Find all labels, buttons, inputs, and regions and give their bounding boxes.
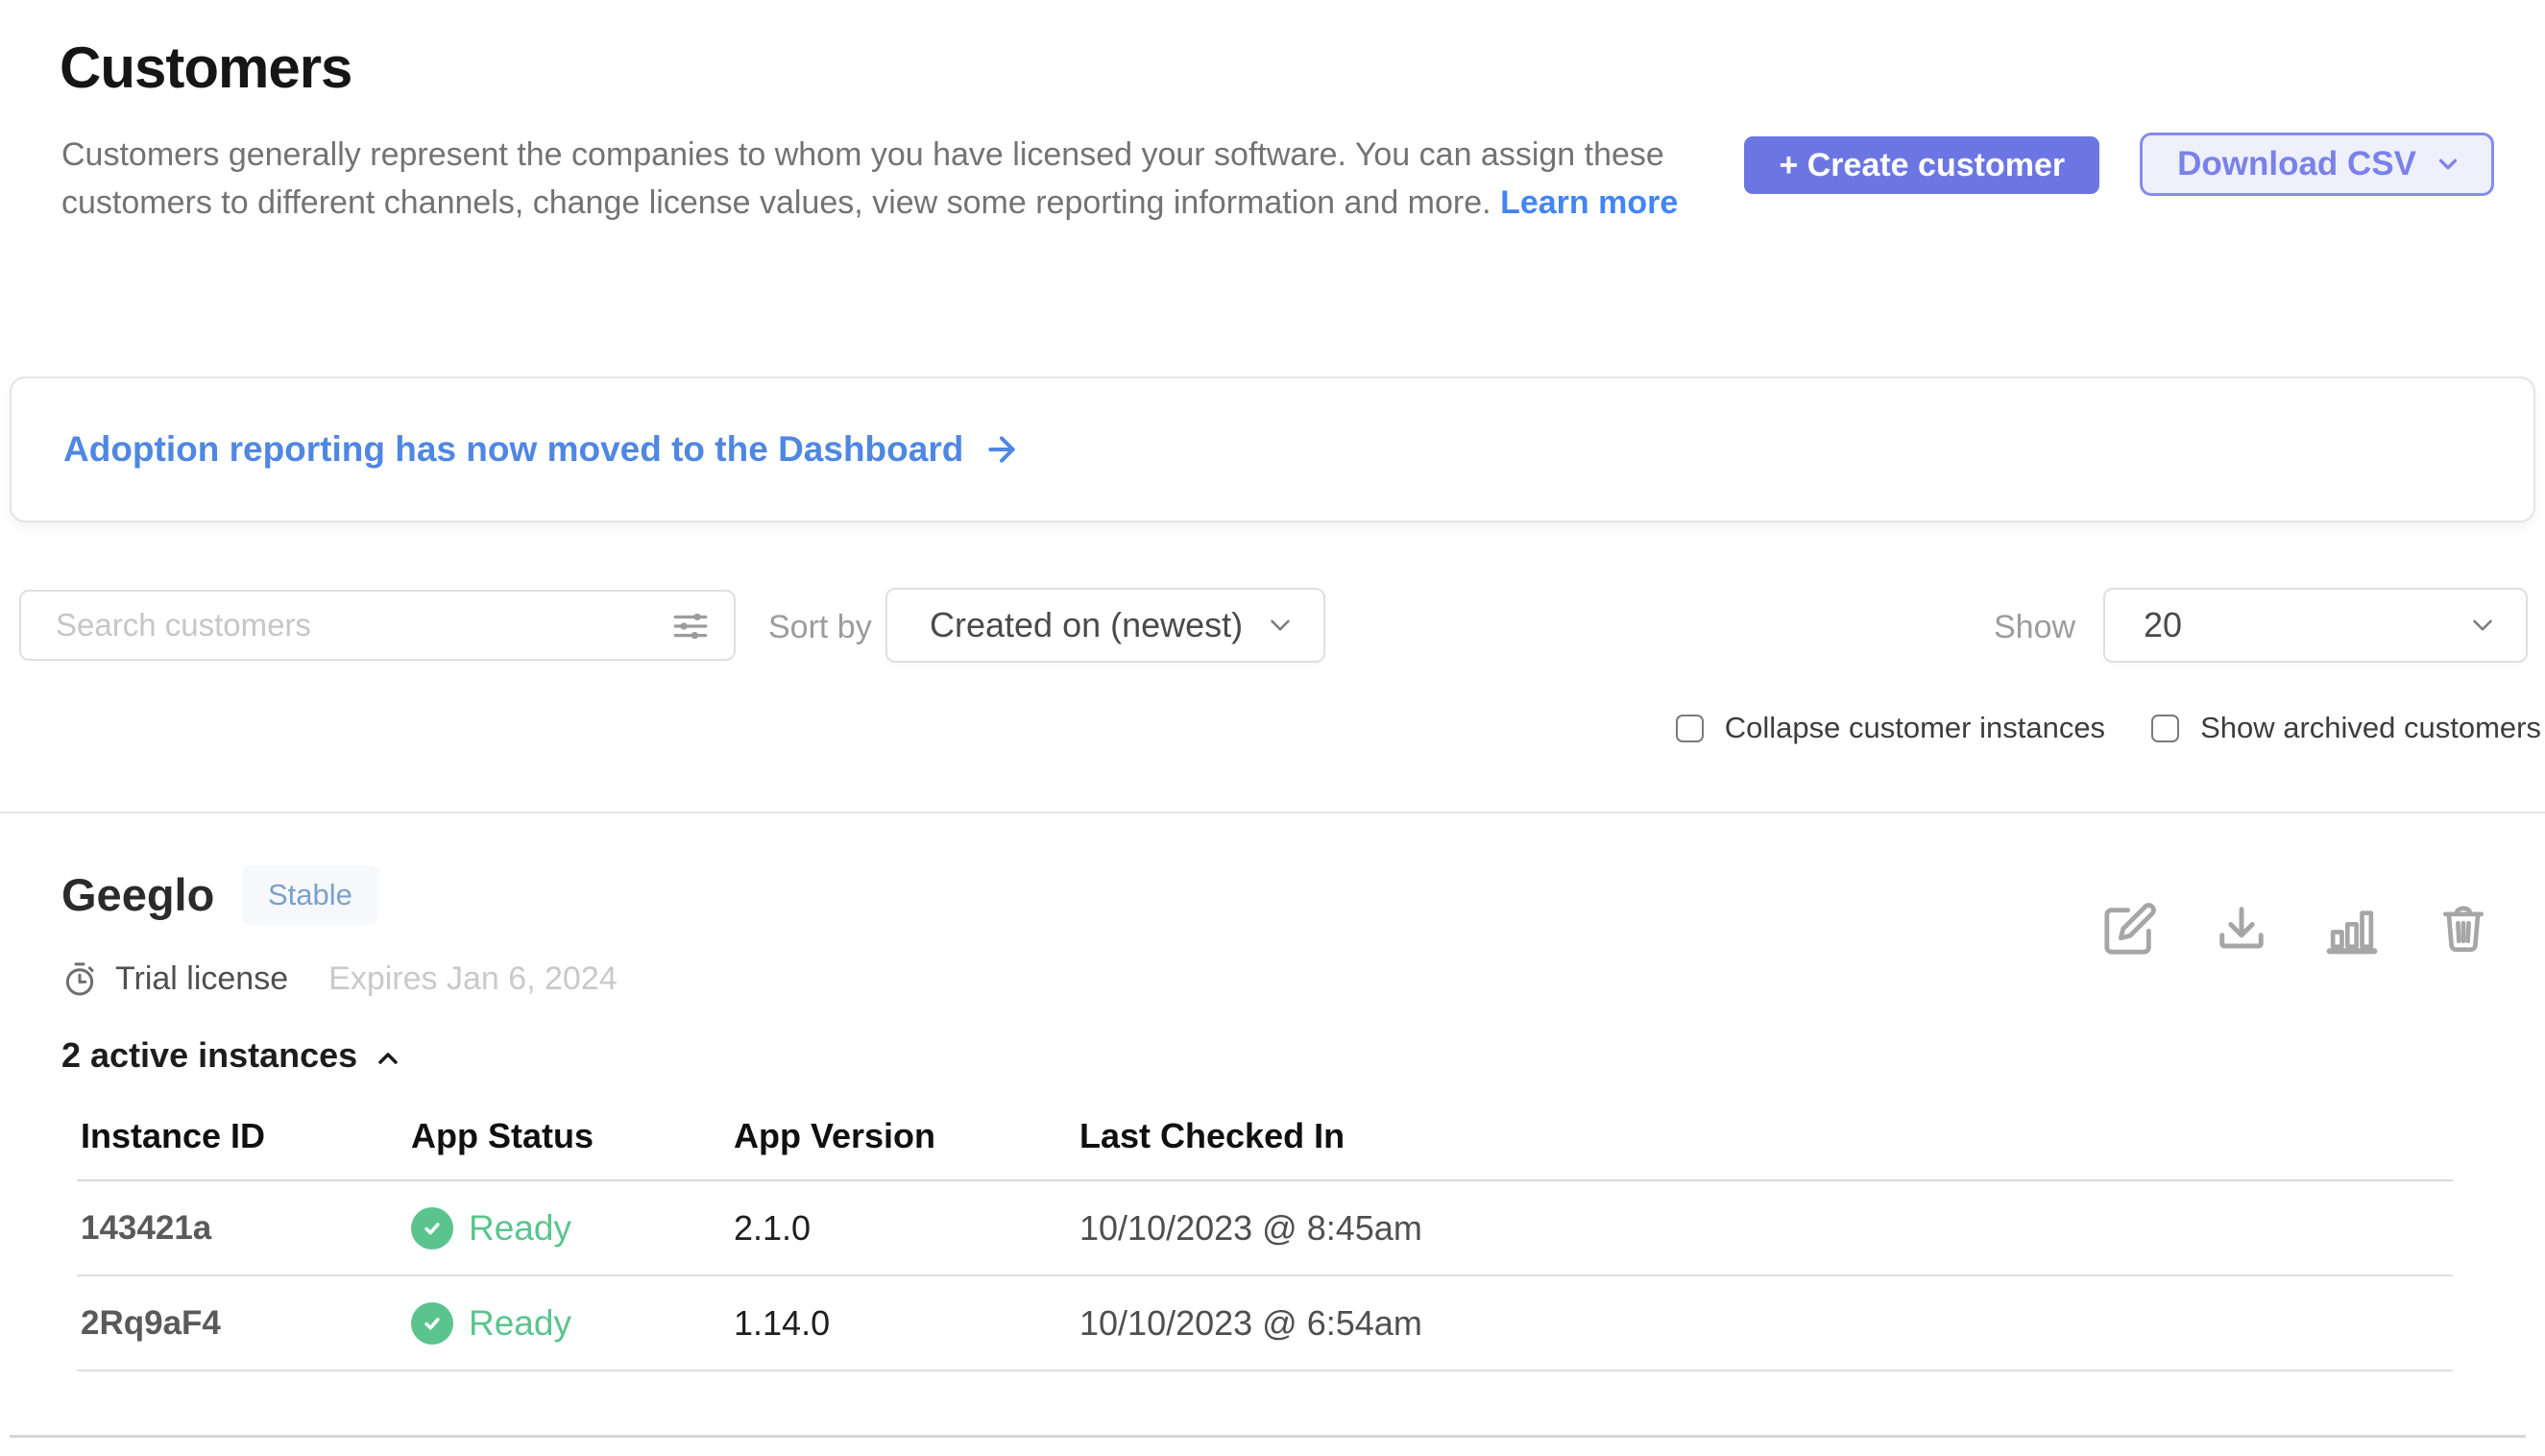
show-select[interactable]: 20	[2103, 588, 2528, 663]
show-select-value: 20	[2144, 605, 2182, 645]
search-input[interactable]	[19, 590, 736, 661]
license-row: Trial license Expires Jan 6, 2024	[61, 960, 618, 998]
chevron-up-icon	[373, 1037, 403, 1074]
list-options: Collapse customer instances Show archive…	[1676, 711, 2541, 745]
app-version: 1.14.0	[730, 1303, 1076, 1344]
download-csv-label: Download CSV	[2177, 145, 2416, 183]
status-badge: Ready	[469, 1303, 571, 1344]
last-checked-in: 10/10/2023 @ 8:45am	[1076, 1208, 2453, 1249]
show-archived-option: Show archived customers	[2151, 711, 2541, 745]
page-description: Customers generally represent the compan…	[61, 131, 1694, 227]
instance-id: 143421a	[77, 1209, 407, 1248]
last-checked-in: 10/10/2023 @ 6:54am	[1076, 1303, 2453, 1344]
show-label: Show	[1994, 609, 2075, 646]
customers-page: Customers Customers generally represent …	[0, 0, 2545, 1456]
chevron-down-icon	[2466, 609, 2499, 642]
header-app-status: App Status	[407, 1116, 730, 1156]
filter-sliders-icon[interactable]	[670, 606, 711, 651]
header-app-version: App Version	[730, 1116, 1076, 1156]
instances-toggle[interactable]: 2 active instances	[61, 1035, 403, 1076]
instances-toggle-label: 2 active instances	[61, 1035, 357, 1076]
arrow-right-icon	[982, 430, 1021, 469]
app-status: Ready	[407, 1302, 730, 1345]
instances-table-header: Instance ID App Status App Version Last …	[77, 1116, 2453, 1181]
status-badge: Ready	[469, 1208, 571, 1249]
header-actions: + Create customer Download CSV	[1744, 133, 2494, 196]
collapse-instances-option: Collapse customer instances	[1676, 711, 2105, 745]
license-type: Trial license	[115, 960, 288, 998]
instances-table: Instance ID App Status App Version Last …	[77, 1116, 2453, 1371]
app-version: 2.1.0	[730, 1208, 1076, 1249]
table-row: 143421a Ready 2.1.0 10/10/2023 @ 8:45am	[77, 1181, 2453, 1276]
collapse-instances-label: Collapse customer instances	[1725, 711, 2105, 745]
instance-id: 2Rq9aF4	[77, 1304, 407, 1343]
bottom-divider	[10, 1435, 2526, 1438]
sort-select[interactable]: Created on (newest)	[885, 588, 1325, 663]
search-customers	[19, 590, 736, 661]
learn-more-link[interactable]: Learn more	[1500, 184, 1678, 221]
license-expiry: Expires Jan 6, 2024	[328, 960, 618, 998]
create-customer-button[interactable]: + Create customer	[1744, 136, 2099, 194]
download-csv-button[interactable]: Download CSV	[2140, 133, 2494, 196]
check-circle-icon	[411, 1207, 453, 1250]
show-archived-label: Show archived customers	[2200, 711, 2541, 745]
adoption-banner-text: Adoption reporting has now moved to the …	[63, 429, 963, 470]
page-description-text: Customers generally represent the compan…	[61, 136, 1664, 221]
section-divider	[0, 812, 2545, 813]
sort-by-label: Sort by	[768, 609, 872, 646]
table-row: 2Rq9aF4 Ready 1.14.0 10/10/2023 @ 6:54am	[77, 1276, 2453, 1371]
header-last-checked-in: Last Checked In	[1076, 1116, 2453, 1156]
chevron-down-icon	[2434, 150, 2462, 179]
adoption-banner-link[interactable]: Adoption reporting has now moved to the …	[63, 429, 1021, 470]
sort-select-value: Created on (newest)	[930, 605, 1243, 645]
chevron-down-icon	[1264, 609, 1297, 642]
customer-name[interactable]: Geeglo	[61, 868, 214, 921]
collapse-instances-checkbox[interactable]	[1676, 715, 1704, 742]
page-title: Customers	[60, 35, 351, 101]
bar-chart-icon[interactable]	[2325, 902, 2379, 956]
channel-badge: Stable	[242, 865, 378, 925]
customer-actions	[2102, 901, 2490, 957]
check-circle-icon	[411, 1302, 453, 1345]
edit-customer-icon[interactable]	[2102, 901, 2158, 957]
download-customer-icon[interactable]	[2216, 903, 2267, 955]
adoption-banner: Adoption reporting has now moved to the …	[10, 376, 2535, 522]
show-archived-checkbox[interactable]	[2151, 715, 2179, 742]
stopwatch-icon	[61, 961, 98, 998]
app-status: Ready	[407, 1207, 730, 1250]
delete-customer-icon[interactable]	[2436, 902, 2490, 956]
header-instance-id: Instance ID	[77, 1116, 407, 1156]
